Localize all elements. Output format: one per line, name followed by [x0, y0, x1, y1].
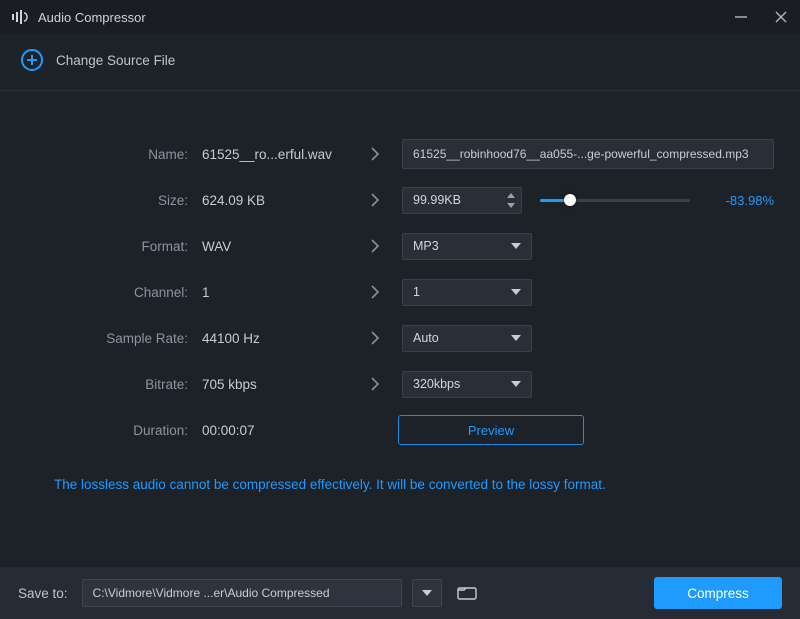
- app-title: Audio Compressor: [38, 10, 146, 25]
- chevron-down-icon: [511, 335, 521, 341]
- footer: Save to: C:\Vidmore\Vidmore ...er\Audio …: [0, 567, 800, 619]
- chevron-right-icon: [362, 285, 388, 299]
- chevron-down-icon: [511, 289, 521, 295]
- sample-rate-select-value: Auto: [413, 331, 439, 345]
- channel-select[interactable]: 1: [402, 279, 532, 306]
- input-format: WAV: [202, 239, 362, 254]
- chevron-right-icon: [362, 377, 388, 391]
- input-size: 624.09 KB: [202, 193, 362, 208]
- minimize-button[interactable]: [730, 6, 752, 28]
- input-name: 61525__ro...erful.wav: [202, 147, 362, 162]
- change-source-label[interactable]: Change Source File: [56, 53, 175, 68]
- row-size: Size: 624.09 KB 99.99KB: [26, 177, 774, 223]
- save-path-dropdown[interactable]: [412, 579, 442, 607]
- size-slider[interactable]: [540, 192, 690, 208]
- compress-button[interactable]: Compress: [654, 577, 782, 609]
- source-bar: Change Source File: [0, 34, 800, 91]
- compress-button-label: Compress: [687, 586, 749, 601]
- bitrate-select-value: 320kbps: [413, 377, 460, 391]
- label-name: Name:: [26, 147, 202, 162]
- save-to-label: Save to:: [18, 586, 68, 601]
- close-button[interactable]: [770, 6, 792, 28]
- size-slider-thumb[interactable]: [564, 194, 576, 206]
- row-bitrate: Bitrate: 705 kbps 320kbps: [26, 361, 774, 407]
- input-duration: 00:00:07: [202, 423, 362, 438]
- app-icon: [12, 10, 30, 24]
- input-channel: 1: [202, 285, 362, 300]
- label-bitrate: Bitrate:: [26, 377, 202, 392]
- conversion-warning: The lossless audio cannot be compressed …: [54, 477, 774, 492]
- output-size-value: 99.99KB: [413, 193, 461, 207]
- output-size-spinner[interactable]: 99.99KB: [402, 187, 522, 214]
- save-path-field[interactable]: C:\Vidmore\Vidmore ...er\Audio Compresse…: [82, 579, 402, 607]
- label-format: Format:: [26, 239, 202, 254]
- output-name-field[interactable]: 61525__robinhood76__aa055-...ge-powerful…: [402, 139, 774, 169]
- size-decrement-button[interactable]: [505, 201, 517, 210]
- preview-button[interactable]: Preview: [398, 415, 584, 445]
- chevron-right-icon: [362, 193, 388, 207]
- main-panel: Name: 61525__ro...erful.wav 61525__robin…: [0, 91, 800, 502]
- row-format: Format: WAV MP3: [26, 223, 774, 269]
- input-bitrate: 705 kbps: [202, 377, 362, 392]
- input-sample-rate: 44100 Hz: [202, 331, 362, 346]
- row-channel: Channel: 1 1: [26, 269, 774, 315]
- label-size: Size:: [26, 193, 202, 208]
- chevron-right-icon: [362, 147, 388, 161]
- chevron-down-icon: [511, 381, 521, 387]
- channel-select-value: 1: [413, 285, 420, 299]
- chevron-right-icon: [362, 239, 388, 253]
- change-source-button[interactable]: [20, 48, 44, 72]
- preview-button-label: Preview: [468, 423, 514, 438]
- row-duration: Duration: 00:00:07 Preview: [26, 407, 774, 453]
- row-sample-rate: Sample Rate: 44100 Hz Auto: [26, 315, 774, 361]
- chevron-right-icon: [362, 331, 388, 345]
- label-duration: Duration:: [26, 423, 202, 438]
- bitrate-select[interactable]: 320kbps: [402, 371, 532, 398]
- open-folder-button[interactable]: [452, 579, 482, 607]
- reduction-percent: -83.98%: [710, 193, 774, 208]
- format-select[interactable]: MP3: [402, 233, 532, 260]
- row-name: Name: 61525__ro...erful.wav 61525__robin…: [26, 131, 774, 177]
- label-sample-rate: Sample Rate:: [26, 331, 202, 346]
- chevron-down-icon: [511, 243, 521, 249]
- sample-rate-select[interactable]: Auto: [402, 325, 532, 352]
- label-channel: Channel:: [26, 285, 202, 300]
- format-select-value: MP3: [413, 239, 439, 253]
- size-increment-button[interactable]: [505, 191, 517, 200]
- title-bar: Audio Compressor: [0, 0, 800, 34]
